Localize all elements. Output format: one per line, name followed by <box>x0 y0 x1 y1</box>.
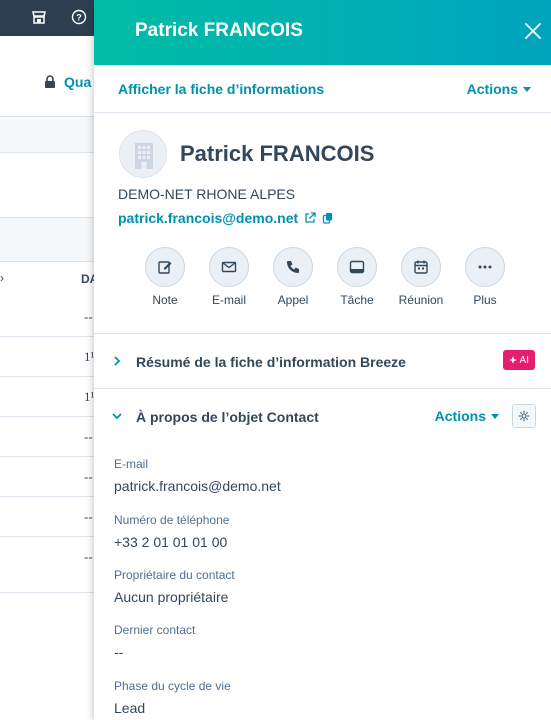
close-icon[interactable] <box>521 19 545 43</box>
chevron-down-icon[interactable] <box>112 411 122 421</box>
task-action-label: Tâche <box>340 293 374 307</box>
sort-caret-icon[interactable]: › <box>0 271 4 285</box>
phone-icon[interactable] <box>273 247 313 287</box>
property-value-lifecycle[interactable]: Lead <box>114 700 145 716</box>
property-value-phone[interactable]: +33 2 01 01 01 00 <box>114 534 227 550</box>
property-label-phone: Numéro de téléphone <box>114 513 230 527</box>
chevron-right-icon[interactable] <box>112 356 122 366</box>
svg-text:?: ? <box>76 13 82 23</box>
envelope-icon[interactable] <box>209 247 249 287</box>
more-action-label: Plus <box>473 293 497 307</box>
breeze-summary-section[interactable]: Résumé de la fiche d’information Breeze <box>94 333 551 388</box>
calendar-icon[interactable] <box>401 247 441 287</box>
table-row[interactable]: 1¹ <box>0 377 100 417</box>
breeze-summary-title[interactable]: Résumé de la fiche d’information Breeze <box>136 354 406 370</box>
meeting-action-label: Réunion <box>398 293 444 307</box>
table-cell: -- <box>84 429 93 444</box>
table-cell: -- <box>84 309 93 324</box>
call-action[interactable]: Appel <box>261 247 325 307</box>
table-row[interactable]: -- <box>0 497 100 537</box>
chevron-down-icon <box>523 86 531 92</box>
table-row[interactable]: -- <box>0 457 100 497</box>
table-row[interactable]: -- <box>0 537 100 593</box>
more-icon[interactable] <box>465 247 505 287</box>
email-action[interactable]: E-mail <box>197 247 261 307</box>
quality-filter-label: Qua <box>64 74 92 90</box>
table-cell: -- <box>84 509 93 524</box>
meeting-action[interactable]: Réunion <box>389 247 453 307</box>
contact-name: Patrick FRANCOIS <box>180 141 375 166</box>
chevron-down-icon <box>491 413 499 419</box>
note-action-label: Note <box>152 293 178 307</box>
about-contact-section: À propos de l’objet Contact <box>94 388 551 720</box>
about-actions-label: Actions <box>434 408 486 424</box>
view-record-link[interactable]: Afficher la fiche d’informations <box>118 81 324 97</box>
lock-icon <box>45 75 55 88</box>
table-row[interactable]: -- <box>0 297 100 337</box>
company-name: DEMO-NET RHONE ALPES <box>118 186 296 202</box>
table-toolbar <box>0 116 100 153</box>
external-link-icon[interactable] <box>304 212 316 224</box>
panel-subheader: Afficher la fiche d’informations Actions <box>94 65 551 113</box>
property-label-lifecycle: Phase du cycle de vie <box>114 679 231 693</box>
ai-badge-label: AI <box>519 354 529 366</box>
marketplace-icon[interactable] <box>30 9 48 27</box>
contact-email-link[interactable]: patrick.francois@demo.net <box>118 210 298 226</box>
property-value-last-contact[interactable]: -- <box>114 644 123 660</box>
about-contact-title[interactable]: À propos de l’objet Contact <box>136 409 319 425</box>
quality-filter[interactable]: Qua <box>44 74 91 90</box>
building-icon <box>135 143 153 169</box>
help-icon[interactable]: ? <box>70 9 88 27</box>
task-icon[interactable] <box>337 247 377 287</box>
email-action-label: E-mail <box>211 293 246 307</box>
property-label-email: E-mail <box>114 457 149 471</box>
copy-icon[interactable] <box>322 212 334 224</box>
task-action[interactable]: Tâche <box>325 247 389 307</box>
contact-preview-panel: Patrick FRANCOIS Afficher la fiche d’inf… <box>94 0 551 720</box>
table-group-band <box>0 217 100 262</box>
contact-email-row: patrick.francois@demo.net <box>118 210 334 226</box>
table-row[interactable]: -- <box>0 417 100 457</box>
table-row[interactable]: 1¹ <box>0 337 100 377</box>
table-cell: 1¹ <box>84 389 95 404</box>
about-actions-dropdown[interactable]: Actions <box>435 408 499 424</box>
panel-header: Patrick FRANCOIS <box>94 0 551 65</box>
property-label-owner: Propriétaire du contact <box>114 568 235 582</box>
sparkle-icon <box>508 356 517 364</box>
table-cell: 1¹ <box>84 349 95 364</box>
panel-actions-dropdown[interactable]: Actions <box>467 81 531 97</box>
property-value-email[interactable]: patrick.francois@demo.net <box>114 478 281 494</box>
ai-badge: AI <box>502 350 535 370</box>
note-action[interactable]: Note <box>133 247 197 307</box>
panel-actions-label: Actions <box>466 81 518 97</box>
call-action-label: Appel <box>277 293 309 307</box>
table-cell: -- <box>84 469 93 484</box>
panel-title: Patrick FRANCOIS <box>135 20 303 41</box>
property-label-last-contact: Dernier contact <box>114 623 196 637</box>
more-action[interactable]: Plus <box>453 247 517 307</box>
pencil-icon[interactable] <box>145 247 185 287</box>
gear-icon[interactable] <box>512 404 536 428</box>
avatar <box>119 130 167 178</box>
property-value-owner[interactable]: Aucun propriétaire <box>114 589 228 605</box>
table-cell: -- <box>84 549 93 564</box>
